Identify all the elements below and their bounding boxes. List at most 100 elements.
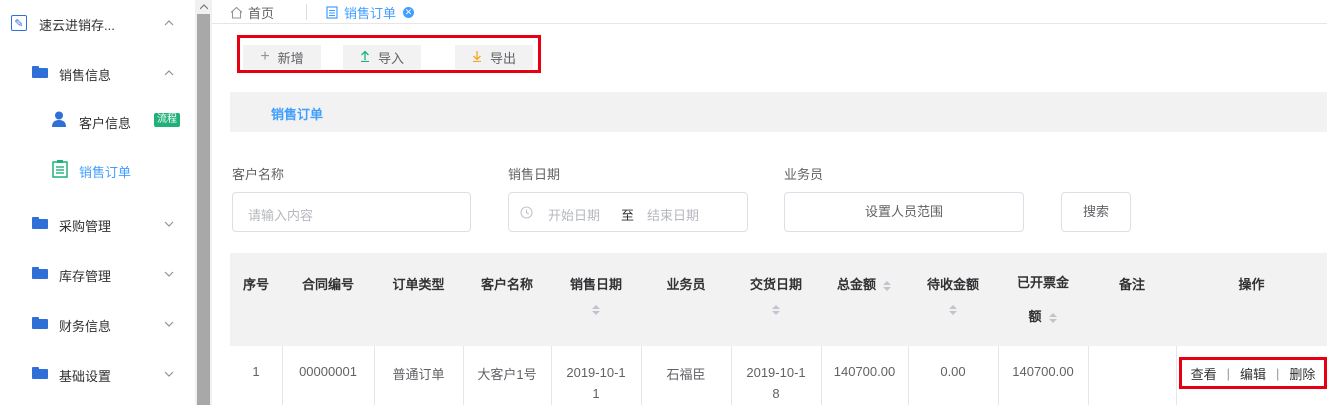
folder-icon — [32, 367, 48, 379]
cell-order-type: 普通订单 — [392, 367, 445, 382]
folder-icon — [32, 267, 48, 279]
invoiced-header-label: 已开票金 — [1016, 275, 1069, 290]
tab-active-label: 销售订单 — [344, 5, 397, 21]
chevron-down-icon[interactable] — [163, 268, 175, 280]
column-header-actions: 操作 — [1238, 277, 1265, 292]
scroll-up-arrow-icon[interactable] — [195, 0, 212, 14]
action-separator: | — [1226, 365, 1230, 381]
chevron-down-icon[interactable] — [163, 318, 175, 330]
cell-total: 140700.00 — [833, 364, 896, 379]
user-icon — [52, 111, 66, 127]
close-icon[interactable]: ✕ — [403, 6, 415, 18]
scroll-thumb[interactable] — [197, 14, 210, 405]
sidebar-scrollbar[interactable] — [195, 0, 212, 405]
customer-name-placeholder: 请输入内容 — [248, 208, 314, 223]
delivery-date-header-label: 交货日期 — [749, 277, 802, 292]
sidebar-item-basic-settings[interactable]: 基础设置 — [0, 362, 195, 384]
view-link[interactable]: 查看 — [1191, 364, 1217, 383]
set-salesman-range-button[interactable]: 设置人员范围 — [784, 192, 1024, 232]
action-toolbar: + 新增 导入 导出 — [237, 35, 541, 73]
import-button-label: 导入 — [377, 50, 404, 66]
column-header-delivery-date[interactable]: 交货日期 — [731, 274, 821, 315]
cell-receivable: 0.00 — [940, 364, 966, 379]
total-header-label: 总金额 — [836, 277, 876, 292]
row-actions: 查看 | 编辑 | 删除 — [1179, 357, 1327, 389]
import-button[interactable]: 导入 — [343, 45, 421, 69]
flow-badge: 流程 — [154, 113, 180, 127]
tab-divider — [306, 4, 307, 20]
tab-bar: 首页 销售订单 ✕ — [212, 0, 1327, 24]
sort-icon[interactable] — [1048, 312, 1058, 323]
delete-link[interactable]: 删除 — [1289, 364, 1315, 383]
clock-icon — [520, 206, 533, 219]
column-header-sale-date[interactable]: 销售日期 — [551, 274, 641, 315]
sort-icon[interactable] — [591, 305, 601, 315]
column-header-invoiced[interactable]: 已开票金 额 — [998, 274, 1088, 326]
sidebar-item-label: 销售信息 — [59, 68, 112, 83]
add-button-label: 新增 — [277, 50, 304, 66]
folder-icon — [32, 66, 48, 78]
sidebar-item-label: 基础设置 — [59, 369, 112, 384]
section-title[interactable]: 销售订单 — [271, 104, 323, 123]
sale-date-header-label: 销售日期 — [569, 277, 622, 292]
sidebar-item-purchase[interactable]: 采购管理 — [0, 212, 195, 234]
add-button[interactable]: + 新增 — [243, 45, 321, 69]
sort-icon[interactable] — [882, 280, 892, 291]
download-icon — [472, 49, 482, 65]
sidebar-item-sales-order[interactable]: 销售订单 — [0, 158, 195, 180]
tab-home[interactable]: 首页 — [230, 0, 274, 24]
upload-icon — [360, 49, 370, 65]
export-button[interactable]: 导出 — [455, 45, 533, 69]
sale-date-range-picker[interactable]: 开始日期 至 结束日期 — [508, 192, 748, 232]
action-separator: | — [1276, 365, 1280, 381]
sidebar-item-finance[interactable]: 财务信息 — [0, 312, 195, 334]
sale-date-label: 销售日期 — [508, 167, 561, 182]
sidebar-item-inventory[interactable]: 库存管理 — [0, 262, 195, 284]
cell-delivery-date-line: 2019-10-1 — [746, 365, 806, 380]
search-button[interactable]: 搜索 — [1061, 192, 1131, 232]
sidebar-item-customer-info[interactable]: 客户信息 流程 — [0, 109, 195, 131]
invoiced-header-label-wrap: 额 — [1028, 309, 1042, 324]
customer-name-input[interactable]: 请输入内容 — [232, 192, 471, 232]
cell-delivery-date-line: 8 — [772, 386, 780, 401]
sort-icon[interactable] — [948, 305, 958, 315]
sidebar-item-sales-info[interactable]: 销售信息 — [0, 61, 195, 83]
sidebar-item-label: 客户信息 — [79, 116, 132, 131]
customer-name-label: 客户名称 — [232, 167, 285, 182]
cell-contract-no: 00000001 — [299, 364, 357, 379]
column-header-note: 备注 — [1118, 277, 1145, 292]
sidebar-app-header[interactable]: ✎ 速云进销存... — [0, 12, 195, 34]
column-header-order-type: 订单类型 — [392, 277, 445, 292]
folder-icon — [32, 317, 48, 329]
sidebar-item-label: 销售订单 — [79, 165, 132, 180]
salesman-label: 业务员 — [784, 167, 824, 182]
wrench-icon: ✎ — [11, 15, 27, 31]
sidebar: ✎ 速云进销存... 销售信息 客户信息 流程 销售订单 采购管理 库存管理 财… — [0, 0, 195, 405]
sidebar-item-label: 财务信息 — [59, 319, 112, 334]
cell-sale-date: 2019-10-1 1 — [551, 364, 641, 404]
column-divider — [1176, 346, 1177, 405]
chevron-down-icon[interactable] — [163, 218, 175, 230]
column-header-salesman: 业务员 — [666, 277, 706, 292]
order-list-icon — [52, 160, 68, 178]
cell-invoiced: 140700.00 — [1012, 364, 1074, 379]
home-icon — [230, 6, 243, 19]
chevron-down-icon[interactable] — [163, 368, 175, 380]
column-divider — [1088, 346, 1089, 405]
cell-sale-date-line: 2019-10-1 — [566, 365, 626, 380]
cell-delivery-date: 2019-10-1 8 — [731, 364, 821, 404]
chevron-up-icon[interactable] — [163, 67, 175, 79]
column-header-receivable[interactable]: 待收金额 — [908, 274, 998, 315]
tab-sales-order[interactable]: 销售订单 ✕ — [326, 0, 415, 24]
edit-link[interactable]: 编辑 — [1240, 364, 1266, 383]
cell-sale-date-line: 1 — [592, 386, 600, 401]
chevron-up-icon[interactable] — [163, 17, 175, 29]
date-range-separator: 至 — [621, 208, 635, 223]
start-date-input[interactable]: 开始日期 — [548, 205, 600, 224]
end-date-input[interactable]: 结束日期 — [647, 205, 699, 224]
sidebar-item-label: 采购管理 — [59, 219, 112, 234]
sort-icon[interactable] — [771, 305, 781, 315]
document-icon — [326, 5, 338, 19]
column-header-total[interactable]: 总金额 — [821, 274, 908, 293]
section-header: 销售订单 — [230, 92, 1327, 132]
